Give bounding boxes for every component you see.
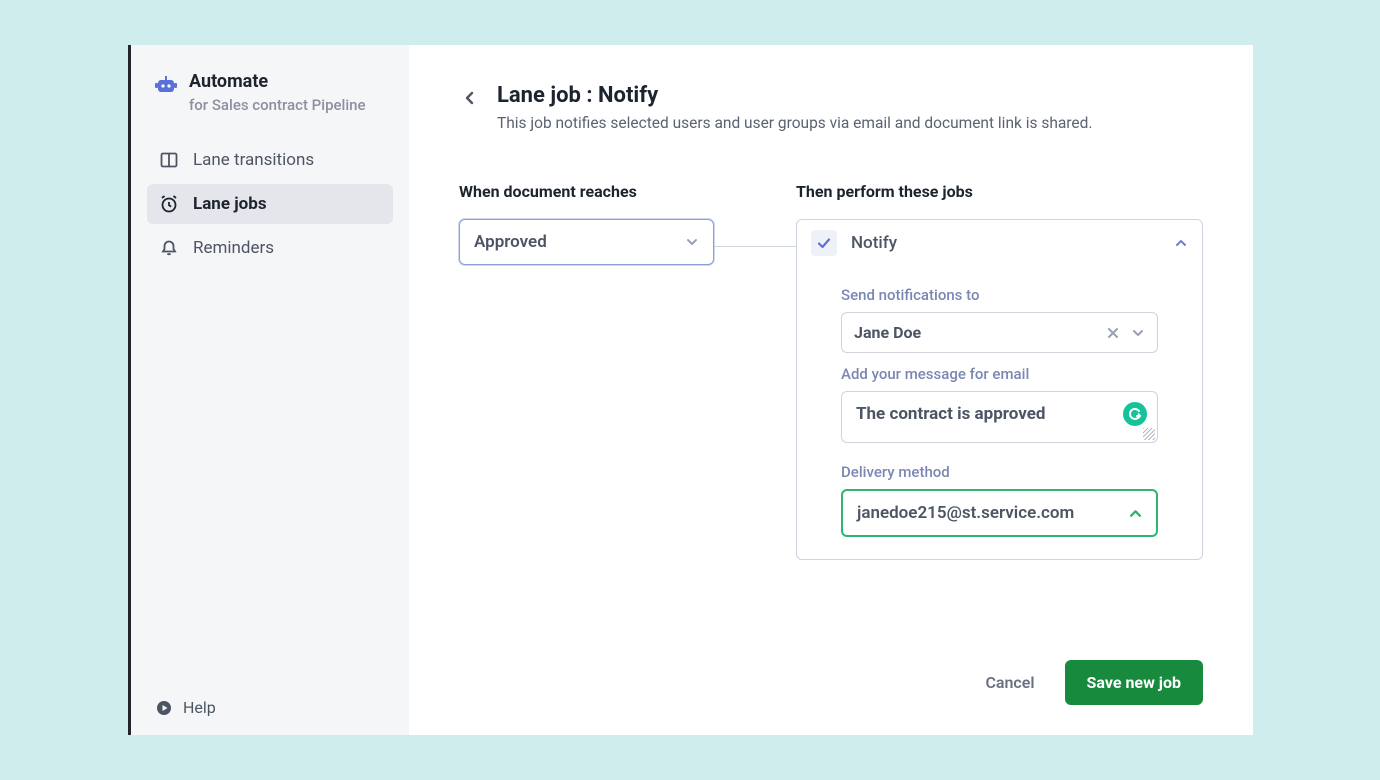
resize-handle[interactable] <box>1143 428 1155 440</box>
sidebar-item-lane-jobs[interactable]: Lane jobs <box>147 184 393 224</box>
job-card: Notify Send notifications to Jane Doe <box>796 219 1203 560</box>
sidebar-item-lane-transitions[interactable]: Lane transitions <box>147 140 393 180</box>
connector-line <box>714 246 796 247</box>
bell-icon <box>159 238 179 258</box>
grammarly-icon[interactable] <box>1123 402 1147 426</box>
recipients-value: Jane Doe <box>854 323 1095 342</box>
delivery-select[interactable]: janedoe215@st.service.com <box>841 489 1158 537</box>
main-panel: Lane job : Notify This job notifies sele… <box>409 45 1253 735</box>
page-header: Lane job : Notify This job notifies sele… <box>459 83 1203 132</box>
help-link[interactable]: Help <box>147 698 393 717</box>
job-title: Notify <box>851 233 897 253</box>
app-window: Automate for Sales contract Pipeline Lan… <box>128 45 1253 735</box>
check-icon <box>811 230 837 256</box>
play-circle-icon <box>155 699 173 717</box>
then-column: Then perform these jobs Notify <box>796 182 1203 560</box>
sidebar-header: Automate for Sales contract Pipeline <box>147 71 393 140</box>
sidebar-subtitle: for Sales contract Pipeline <box>189 96 366 114</box>
when-value: Approved <box>474 232 547 252</box>
page-title: Lane job : Notify <box>497 83 1092 108</box>
recipients-select[interactable]: Jane Doe <box>841 312 1158 353</box>
job-card-header[interactable]: Notify <box>797 220 1202 266</box>
footer-actions: Cancel Save new job <box>459 630 1203 705</box>
sidebar-item-label: Lane transitions <box>193 150 314 170</box>
columns-icon <box>159 150 179 170</box>
when-column: When document reaches Approved <box>459 182 714 265</box>
help-label: Help <box>183 698 216 717</box>
sidebar-item-reminders[interactable]: Reminders <box>147 228 393 268</box>
message-label: Add your message for email <box>841 365 1158 383</box>
message-value: The contract is approved <box>856 404 1045 424</box>
delivery-value: janedoe215@st.service.com <box>857 503 1074 523</box>
chevron-up-icon <box>1174 236 1188 250</box>
recipients-label: Send notifications to <box>841 286 1158 304</box>
sidebar-item-label: Lane jobs <box>193 194 267 214</box>
form-area: When document reaches Approved Then perf… <box>459 182 1203 560</box>
alarm-icon <box>159 194 179 214</box>
when-label: When document reaches <box>459 182 714 201</box>
sidebar-title: Automate <box>189 71 366 94</box>
delivery-label: Delivery method <box>841 463 1158 481</box>
when-select[interactable]: Approved <box>459 219 714 265</box>
sidebar-item-label: Reminders <box>193 238 274 258</box>
save-button[interactable]: Save new job <box>1065 660 1203 705</box>
chevron-up-icon <box>1128 506 1142 520</box>
cancel-button[interactable]: Cancel <box>985 673 1034 692</box>
clear-icon[interactable] <box>1105 325 1121 341</box>
then-label: Then perform these jobs <box>796 182 1203 201</box>
chevron-down-icon <box>685 235 699 249</box>
job-body: Send notifications to Jane Doe Add your … <box>797 266 1202 559</box>
sidebar: Automate for Sales contract Pipeline Lan… <box>131 45 409 735</box>
robot-icon <box>155 73 177 95</box>
message-input[interactable]: The contract is approved <box>841 391 1158 443</box>
sidebar-nav: Lane transitions Lane jobs <box>147 140 393 268</box>
chevron-down-icon <box>1131 326 1145 340</box>
back-button[interactable] <box>459 87 481 109</box>
page-description: This job notifies selected users and use… <box>497 114 1092 132</box>
